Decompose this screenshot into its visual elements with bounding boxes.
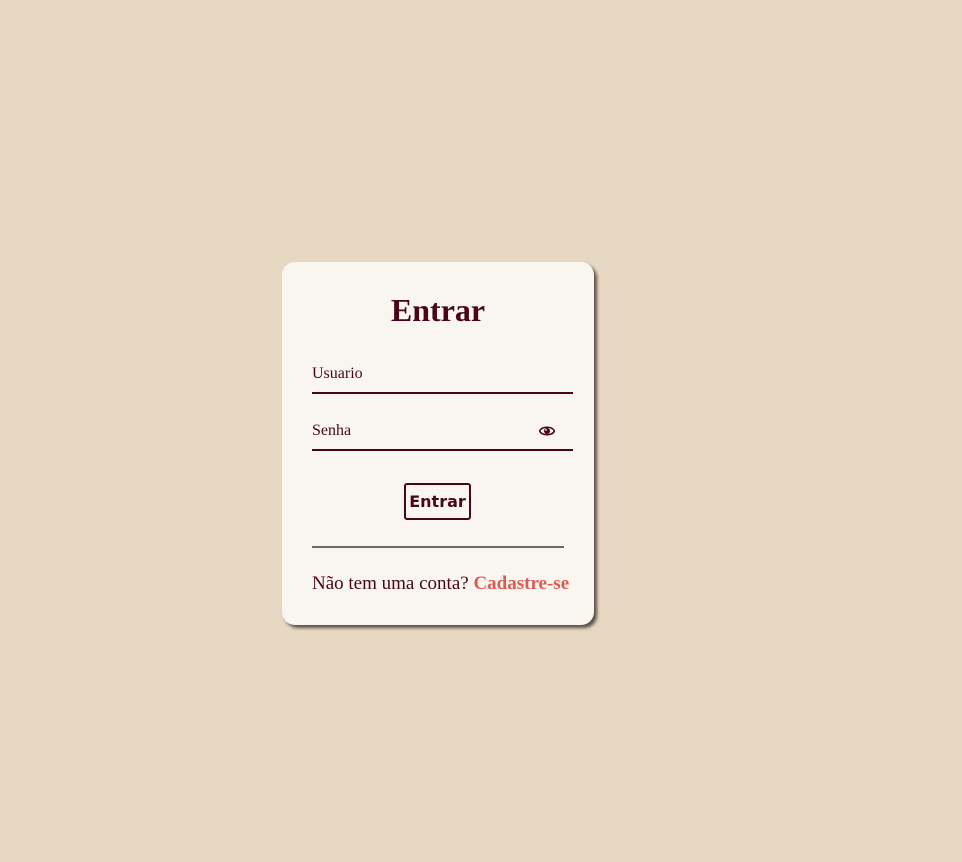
submit-button[interactable]: Entrar — [404, 483, 471, 520]
divider — [312, 546, 564, 548]
page-title: Entrar — [390, 292, 486, 328]
username-input[interactable] — [312, 356, 532, 392]
password-input[interactable] — [312, 413, 532, 449]
signup-prompt: Não tem uma conta? — [312, 573, 469, 594]
login-card: Entrar Entrar Não tem uma conta? Cadastr… — [282, 262, 594, 625]
username-field-wrapper — [312, 356, 573, 394]
password-field-wrapper — [312, 413, 573, 451]
eye-icon[interactable] — [538, 424, 556, 438]
signup-link[interactable]: Cadastre-se — [473, 573, 569, 594]
signup-row: Não tem uma conta? Cadastre-se — [312, 573, 569, 595]
